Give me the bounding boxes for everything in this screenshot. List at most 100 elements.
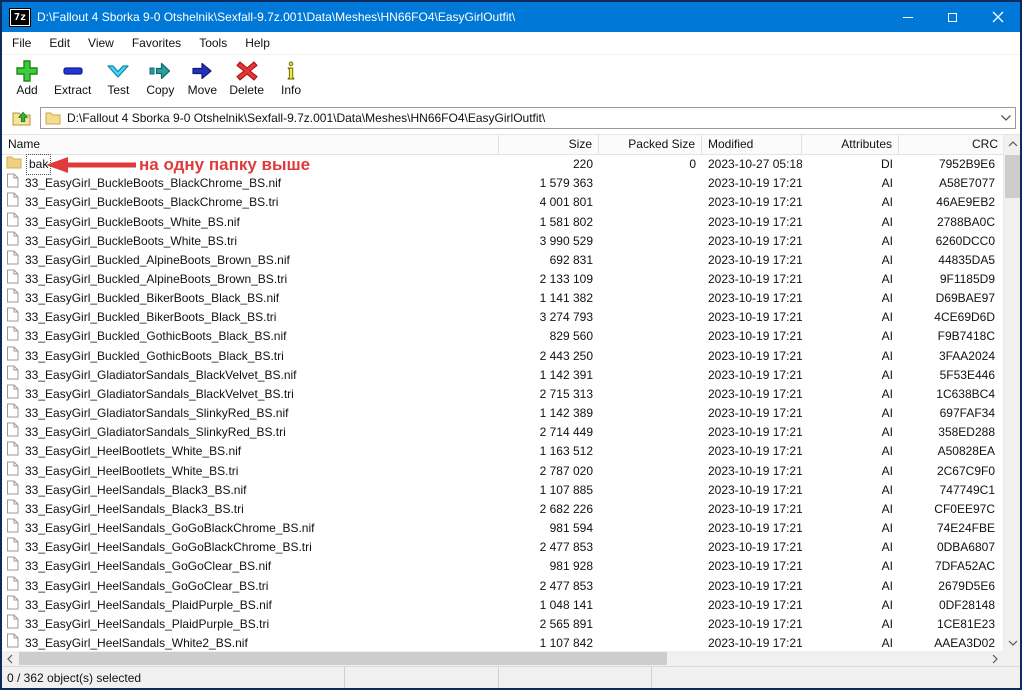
extract-label: Extract — [54, 84, 91, 97]
address-combobox[interactable]: D:\Fallout 4 Sborka 9-0 Otshelnik\Sexfal… — [40, 107, 1016, 129]
menu-file[interactable]: File — [3, 33, 40, 53]
table-row[interactable]: 33_EasyGirl_Buckled_GothicBoots_Black_BS… — [2, 347, 1005, 366]
file-name: 33_EasyGirl_BuckleBoots_BlackChrome_BS.n… — [23, 174, 283, 193]
address-dropdown-button[interactable] — [997, 108, 1015, 128]
info-button[interactable]: i Info — [270, 57, 312, 99]
file-size: 2 682 226 — [499, 500, 599, 519]
table-row[interactable]: 33_EasyGirl_HeelSandals_GoGoBlackChrome_… — [2, 519, 1005, 538]
file-name: 33_EasyGirl_GladiatorSandals_BlackVelvet… — [23, 385, 296, 404]
scroll-left-button[interactable] — [2, 651, 18, 666]
file-crc: 0DF28148 — [899, 596, 1005, 615]
table-row[interactable]: bak 220 0 2023-10-27 05:18 DI 7952B9E6 — [2, 155, 1005, 174]
file-modified: 2023-10-19 17:21 — [702, 232, 802, 251]
status-section-4 — [652, 667, 1020, 688]
menu-help[interactable]: Help — [236, 33, 279, 53]
menu-edit[interactable]: Edit — [40, 33, 79, 53]
file-modified: 2023-10-19 17:21 — [702, 213, 802, 232]
file-crc: 1CE81E23 — [899, 615, 1005, 634]
table-row[interactable]: 33_EasyGirl_HeelBootlets_White_BS.nif 1 … — [2, 442, 1005, 461]
column-header-size[interactable]: Size — [499, 135, 599, 154]
file-icon — [6, 595, 19, 616]
titlebar[interactable]: 7z D:\Fallout 4 Sborka 9-0 Otshelnik\Sex… — [2, 2, 1020, 32]
table-row[interactable]: 33_EasyGirl_GladiatorSandals_BlackVelvet… — [2, 385, 1005, 404]
horizontal-scrollbar[interactable] — [2, 651, 1003, 666]
scroll-up-button[interactable] — [1004, 135, 1020, 152]
file-size: 3 990 529 — [499, 232, 599, 251]
chevron-up-icon — [1008, 141, 1018, 147]
table-row[interactable]: 33_EasyGirl_Buckled_AlpineBoots_Brown_BS… — [2, 251, 1005, 270]
table-row[interactable]: 33_EasyGirl_Buckled_BikerBoots_Black_BS.… — [2, 289, 1005, 308]
add-label: Add — [16, 84, 37, 97]
file-modified: 2023-10-27 05:18 — [702, 155, 802, 174]
table-row[interactable]: 33_EasyGirl_GladiatorSandals_SlinkyRed_B… — [2, 423, 1005, 442]
app-7zip-icon: 7z — [10, 9, 30, 26]
file-icon — [6, 537, 19, 558]
vertical-scrollbar[interactable] — [1003, 135, 1020, 651]
table-row[interactable]: 33_EasyGirl_HeelSandals_GoGoClear_BS.tri… — [2, 576, 1005, 595]
file-attributes: AI — [802, 423, 899, 442]
table-row[interactable]: 33_EasyGirl_BuckleBoots_BlackChrome_BS.n… — [2, 174, 1005, 193]
test-button[interactable]: Test — [97, 57, 139, 99]
table-row[interactable]: 33_EasyGirl_HeelBootlets_White_BS.tri 2 … — [2, 462, 1005, 481]
table-row[interactable]: 33_EasyGirl_BuckleBoots_BlackChrome_BS.t… — [2, 193, 1005, 212]
file-size: 981 928 — [499, 557, 599, 576]
horizontal-scroll-thumb[interactable] — [19, 652, 667, 665]
test-check-icon — [105, 58, 131, 84]
column-header-crc[interactable]: CRC — [899, 135, 1005, 154]
move-button[interactable]: Move — [181, 57, 223, 99]
table-row[interactable]: 33_EasyGirl_HeelSandals_GoGoBlackChrome_… — [2, 538, 1005, 557]
up-one-level-button[interactable] — [8, 105, 36, 131]
table-row[interactable]: 33_EasyGirl_HeelSandals_GoGoClear_BS.nif… — [2, 557, 1005, 576]
file-icon — [6, 326, 19, 347]
delete-button[interactable]: Delete — [223, 57, 270, 99]
table-row[interactable]: 33_EasyGirl_HeelSandals_PlaidPurple_BS.n… — [2, 596, 1005, 615]
extract-button[interactable]: Extract — [48, 57, 97, 99]
table-row[interactable]: 33_EasyGirl_HeelSandals_Black3_BS.tri 2 … — [2, 500, 1005, 519]
vertical-scroll-thumb[interactable] — [1005, 155, 1020, 198]
add-button[interactable]: Add — [6, 57, 48, 99]
menu-view[interactable]: View — [79, 33, 123, 53]
copy-button[interactable]: Copy — [139, 57, 181, 99]
copy-label: Copy — [146, 84, 174, 97]
close-button[interactable] — [975, 2, 1020, 32]
table-row[interactable]: 33_EasyGirl_Buckled_AlpineBoots_Brown_BS… — [2, 270, 1005, 289]
file-name: 33_EasyGirl_HeelSandals_Black3_BS.tri — [23, 500, 246, 519]
table-row[interactable]: 33_EasyGirl_BuckleBoots_White_BS.nif 1 5… — [2, 212, 1005, 231]
folder-up-icon — [12, 109, 32, 127]
file-attributes: AI — [802, 442, 899, 461]
column-header-name[interactable]: Name — [2, 135, 499, 154]
table-row[interactable]: 33_EasyGirl_GladiatorSandals_BlackVelvet… — [2, 366, 1005, 385]
column-header-attributes[interactable]: Attributes — [802, 135, 899, 154]
table-row[interactable]: 33_EasyGirl_HeelSandals_Black3_BS.nif 1 … — [2, 481, 1005, 500]
table-row[interactable]: 33_EasyGirl_HeelSandals_White2_BS.nif 1 … — [2, 634, 1005, 651]
file-icon — [6, 633, 19, 651]
table-row[interactable]: 33_EasyGirl_Buckled_GothicBoots_Black_BS… — [2, 327, 1005, 346]
file-icon — [6, 346, 19, 367]
table-row[interactable]: 33_EasyGirl_BuckleBoots_White_BS.tri 3 9… — [2, 232, 1005, 251]
statusbar: 0 / 362 object(s) selected — [2, 666, 1020, 688]
column-header-packed-size[interactable]: Packed Size — [599, 135, 702, 154]
file-crc: 2679D5E6 — [899, 577, 1005, 596]
table-row[interactable]: 33_EasyGirl_GladiatorSandals_SlinkyRed_B… — [2, 404, 1005, 423]
svg-text:i: i — [288, 59, 295, 84]
column-header-modified[interactable]: Modified — [702, 135, 802, 154]
menu-favorites[interactable]: Favorites — [123, 33, 190, 53]
file-icon — [6, 441, 19, 462]
scroll-down-button[interactable] — [1004, 634, 1020, 651]
file-attributes: AI — [802, 347, 899, 366]
table-row[interactable]: 33_EasyGirl_Buckled_BikerBoots_Black_BS.… — [2, 308, 1005, 327]
file-icon — [6, 288, 19, 309]
file-size: 1 048 141 — [499, 596, 599, 615]
file-size: 4 001 801 — [499, 193, 599, 212]
address-path[interactable]: D:\Fallout 4 Sborka 9-0 Otshelnik\Sexfal… — [61, 111, 997, 125]
file-modified: 2023-10-19 17:21 — [702, 557, 802, 576]
file-attributes: AI — [802, 308, 899, 327]
window-title: D:\Fallout 4 Sborka 9-0 Otshelnik\Sexfal… — [37, 10, 885, 24]
file-attributes: AI — [802, 232, 899, 251]
menu-tools[interactable]: Tools — [190, 33, 236, 53]
file-icon — [6, 614, 19, 635]
table-row[interactable]: 33_EasyGirl_HeelSandals_PlaidPurple_BS.t… — [2, 615, 1005, 634]
minimize-button[interactable] — [885, 2, 930, 32]
maximize-button[interactable] — [930, 2, 975, 32]
scroll-right-button[interactable] — [987, 651, 1003, 666]
